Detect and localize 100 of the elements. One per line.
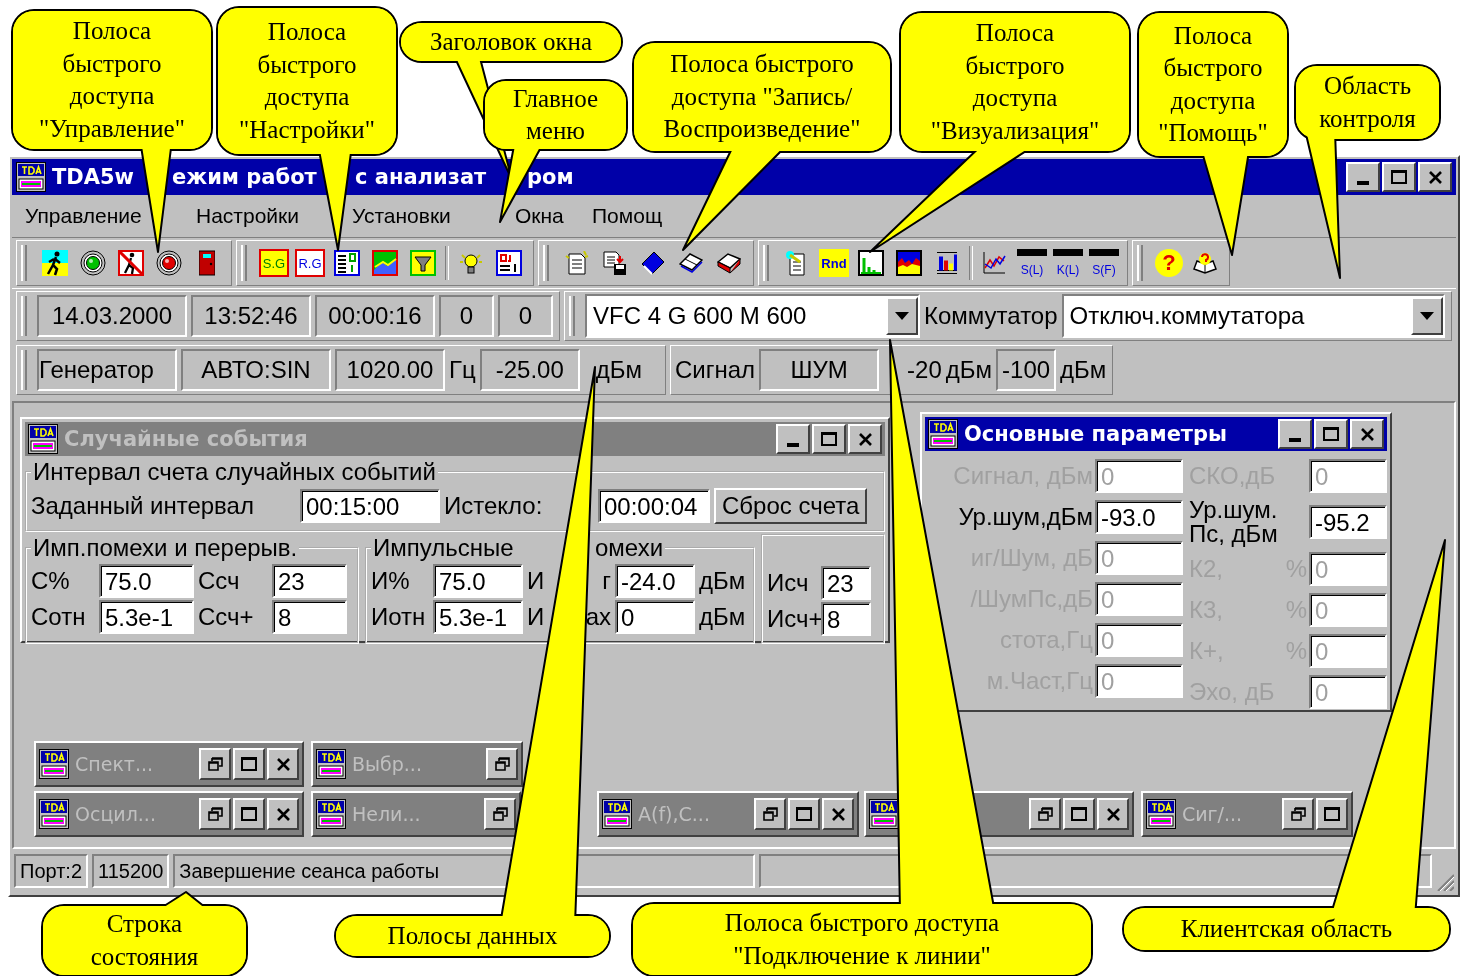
signal-label: Сигнал	[675, 356, 756, 384]
input-field[interactable]: 5.3e-1	[99, 600, 194, 634]
restore-button[interactable]	[486, 748, 518, 780]
dropdown-arrow-icon	[1420, 312, 1434, 320]
data-cell: 0	[439, 295, 494, 337]
restore-button[interactable]	[1282, 798, 1314, 830]
field-label: ах	[585, 603, 611, 631]
minimize-icon	[1357, 181, 1369, 185]
document-save-icon	[603, 251, 627, 275]
group-title: омехи	[595, 534, 664, 561]
app-logo-icon	[39, 749, 69, 779]
minimize-button[interactable]	[776, 424, 810, 454]
app-logo-icon	[1146, 799, 1176, 829]
maximize-button[interactable]	[233, 748, 265, 780]
child-window-title: Основные параметры	[964, 422, 1229, 446]
switch-label: Коммутатор	[924, 302, 1058, 330]
input-field[interactable]: 00:15:00	[300, 489, 440, 523]
grip-handle[interactable]	[1137, 245, 1143, 281]
grip-handle[interactable]	[241, 245, 247, 281]
callout-text: Строка состояния	[90, 909, 199, 972]
grip-handle[interactable]	[763, 245, 769, 281]
light-bulb-icon	[459, 252, 483, 274]
close-icon	[1360, 427, 1374, 441]
maximize-icon	[1391, 170, 1407, 184]
line-dropdown[interactable]: VFC 4 G 600 M 600	[585, 294, 920, 338]
input-field[interactable]: 8	[272, 600, 347, 634]
maximize-button[interactable]	[788, 798, 820, 830]
list-icon	[334, 250, 360, 276]
tool-button[interactable]: R.G	[295, 249, 325, 277]
unit-label: дБм	[595, 356, 642, 384]
switch-dropdown[interactable]: Отключ.коммутатора	[1061, 294, 1445, 338]
close-button[interactable]	[267, 748, 299, 780]
help-button[interactable]: ?	[1155, 249, 1183, 277]
grip-handle[interactable]	[569, 296, 575, 336]
callout-text: Область контроля	[1319, 71, 1416, 134]
restore-button[interactable]	[484, 798, 516, 830]
grip-handle[interactable]	[543, 245, 549, 281]
landscape-picture-icon	[372, 250, 398, 276]
field-label: Ур.шум,дБм	[958, 502, 1093, 530]
tool-button[interactable]: K(L)	[1053, 249, 1083, 277]
input-field[interactable]: -95.2	[1309, 505, 1387, 539]
grip-handle[interactable]	[21, 245, 27, 281]
close-button[interactable]	[848, 424, 882, 454]
tool-button[interactable]: S(L)	[1017, 249, 1047, 277]
minimize-button[interactable]	[1278, 419, 1312, 449]
callout-text: Клиентская область	[1180, 913, 1393, 944]
grip-handle[interactable]	[21, 296, 27, 336]
help-book-icon	[1193, 252, 1217, 274]
input-field[interactable]: 8	[821, 602, 871, 636]
maximize-button[interactable]	[812, 424, 846, 454]
restore-button[interactable]	[199, 798, 231, 830]
unit-label: %	[1285, 638, 1307, 663]
input-field[interactable]: 23	[821, 566, 871, 600]
maximize-button[interactable]	[1316, 798, 1348, 830]
menu-item[interactable]: Управление	[25, 204, 142, 227]
restore-icon	[762, 807, 778, 821]
maximize-button[interactable]	[1063, 798, 1095, 830]
window-title: с анализат	[355, 165, 487, 189]
input-field[interactable]: 0	[615, 600, 695, 634]
menu-item[interactable]: Помощ	[592, 204, 663, 227]
close-button[interactable]	[1418, 162, 1452, 192]
input-field[interactable]: 00:00:04	[598, 489, 710, 523]
field-label: И%	[371, 567, 410, 594]
maximize-button[interactable]	[233, 798, 265, 830]
field-label: Сотн	[31, 603, 86, 630]
tool-button[interactable]: S.G	[259, 249, 289, 277]
input-field[interactable]: 5.3e-1	[433, 600, 523, 634]
input-field[interactable]: -93.0	[1095, 499, 1183, 534]
restore-icon	[207, 807, 223, 821]
grip-handle[interactable]	[21, 350, 27, 390]
document-icon	[565, 251, 589, 275]
callout-text: Полоса быстрого доступа "Управление"	[39, 16, 185, 144]
tool-button[interactable]: S(F)	[1089, 249, 1119, 277]
data-cell: АВТО:SIN	[181, 349, 331, 391]
input-field[interactable]: 75.0	[433, 564, 523, 598]
input-field[interactable]: -24.0	[615, 564, 695, 598]
maximize-button[interactable]	[1314, 419, 1348, 449]
close-button[interactable]	[1350, 419, 1384, 449]
input-field[interactable]: 23	[272, 564, 347, 598]
window-title: TDA5w	[52, 165, 135, 189]
maximize-button[interactable]	[1382, 162, 1416, 192]
restore-button[interactable]	[1029, 798, 1061, 830]
field-label: Заданный интервал	[31, 492, 255, 520]
restore-button[interactable]	[199, 748, 231, 780]
reset-button[interactable]: Сброс счета	[714, 488, 868, 524]
menu-item[interactable]: Окна	[515, 204, 564, 227]
minimized-window-title: Осцил...	[75, 803, 156, 825]
restore-button[interactable]	[754, 798, 786, 830]
close-button[interactable]	[1097, 798, 1129, 830]
tool-button[interactable]: Rnd	[819, 249, 849, 277]
restore-icon	[494, 757, 510, 771]
menu-item[interactable]: Установки	[352, 204, 451, 227]
menu-item[interactable]: Настройки	[196, 204, 299, 227]
close-icon	[276, 757, 290, 771]
minimize-button[interactable]	[1346, 162, 1380, 192]
input-field[interactable]: 75.0	[99, 564, 194, 598]
close-button[interactable]	[267, 798, 299, 830]
restore-icon	[207, 757, 223, 771]
close-button[interactable]	[822, 798, 854, 830]
field-label: Ур.шум. Пс, дБм	[1189, 498, 1279, 546]
